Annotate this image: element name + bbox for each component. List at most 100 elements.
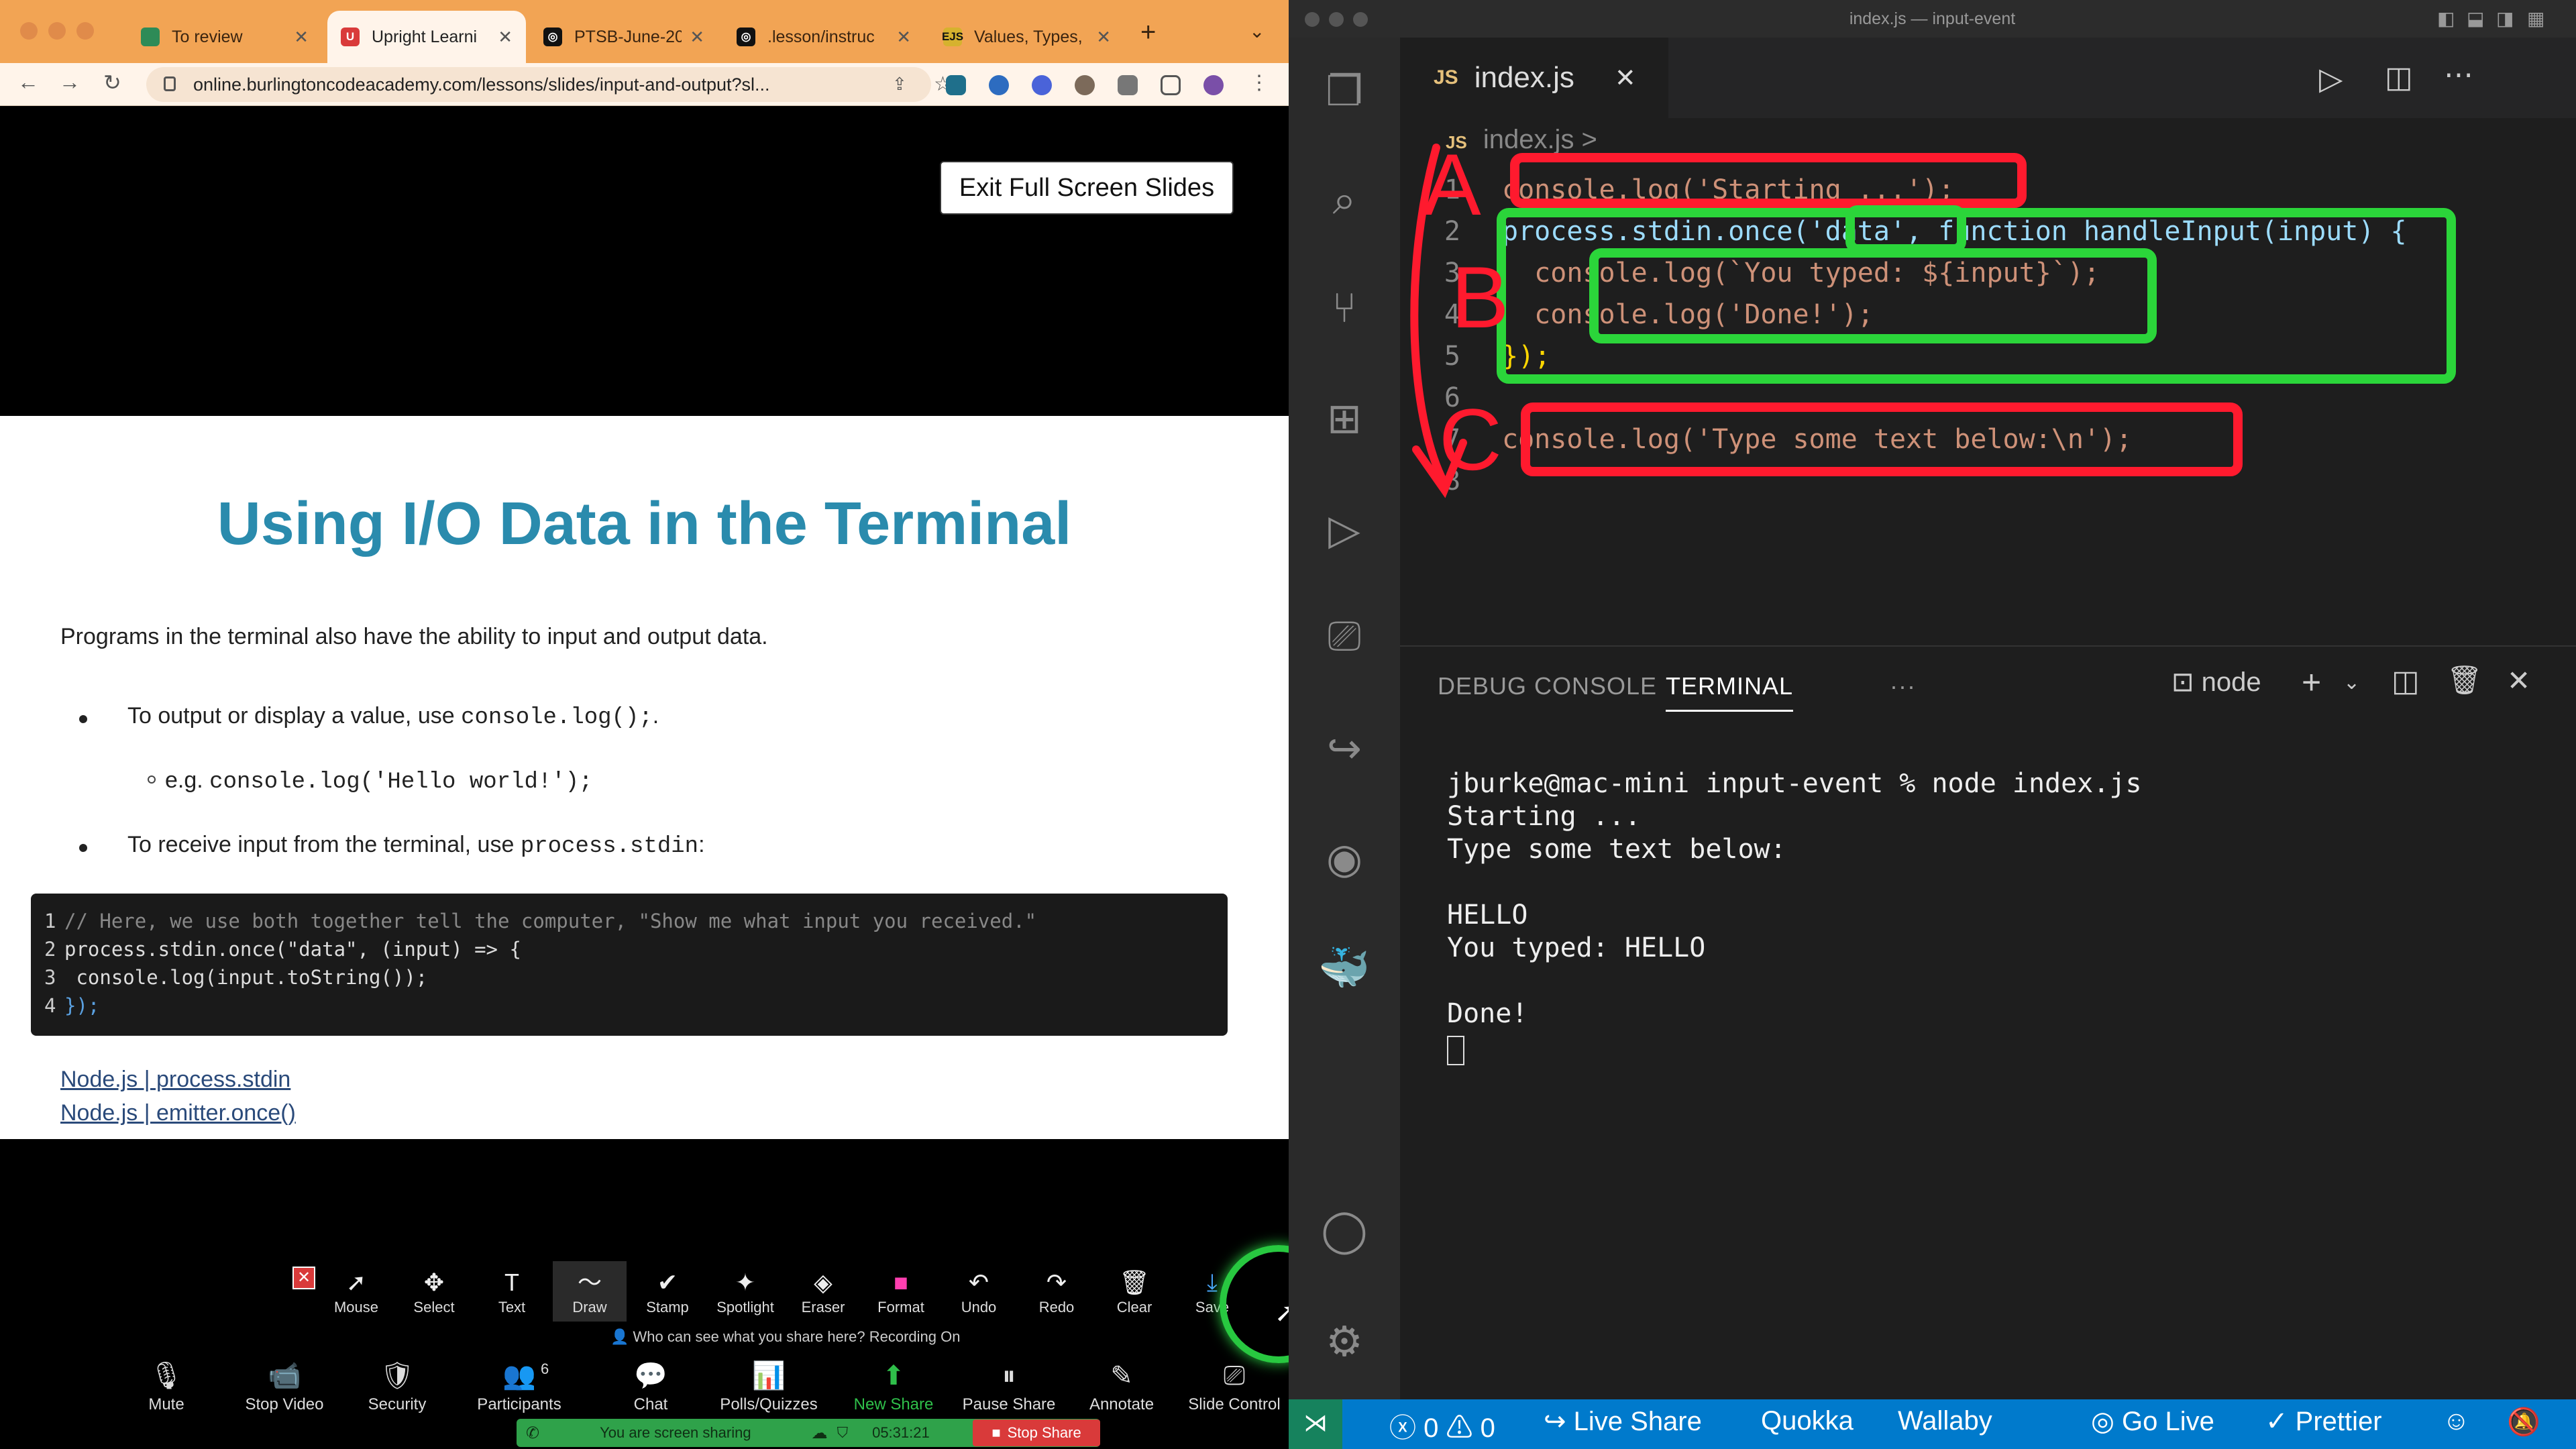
editor-more-icon[interactable]: ⋯ xyxy=(2444,58,2473,92)
sidepanel-icon[interactable] xyxy=(1161,75,1181,95)
share-visibility-info[interactable]: 👤 Who can see what you share here? Recor… xyxy=(610,1328,960,1346)
run-debug-icon[interactable]: ▷ xyxy=(1316,500,1373,558)
tab-close-icon[interactable]: ✕ xyxy=(896,27,911,48)
search-icon[interactable]: ⌕ xyxy=(1316,172,1373,229)
reload-icon[interactable]: ↻ xyxy=(103,70,121,95)
feedback-icon[interactable]: ☺ xyxy=(2443,1406,2470,1436)
extension-icon[interactable] xyxy=(1075,75,1095,95)
mute-button[interactable]: 🎙 Mute xyxy=(148,1348,184,1418)
annotate-tool-label: Eraser xyxy=(801,1299,845,1316)
annotate-spotlight-button[interactable]: ✦ Spotlight xyxy=(708,1261,782,1322)
tab-terminal[interactable]: TERMINAL xyxy=(1666,672,1794,712)
window-zoom-dot[interactable] xyxy=(76,22,94,40)
settings-gear-icon[interactable]: ⚙ xyxy=(1316,1312,1373,1370)
annotate-undo-button[interactable]: ↶ Undo xyxy=(942,1261,1016,1322)
browser-tab-active[interactable]: U Upright Learni ✕ xyxy=(327,11,526,63)
window-close-dot[interactable] xyxy=(1305,12,1320,27)
toggle-sidebar-icon[interactable]: ◧ xyxy=(2437,0,2455,38)
problems-indicator[interactable]: ⓧ 0 ⚠ 0 xyxy=(1389,1406,1495,1445)
status-wallaby[interactable]: Wallaby xyxy=(1898,1406,1992,1436)
status-live-share[interactable]: ↪ Live Share xyxy=(1544,1406,1702,1437)
extension-icon[interactable] xyxy=(989,75,1009,95)
stop-video-button[interactable]: 📹 Stop Video xyxy=(246,1348,324,1418)
terminal-output[interactable]: jburke@mac-mini input-event % node index… xyxy=(1447,767,2142,1030)
editor-tab-index-js[interactable]: JS index.js ✕ xyxy=(1400,38,1668,118)
tab-search-chevron-icon[interactable]: ⌄ xyxy=(1249,20,1265,42)
new-share-button[interactable]: ⬆ New Share xyxy=(854,1348,934,1418)
accounts-icon[interactable]: ◯ xyxy=(1316,1201,1373,1258)
annotation-box-a xyxy=(1510,153,2027,208)
docker-icon[interactable]: 🐳 xyxy=(1316,939,1373,997)
react-devtools-icon[interactable] xyxy=(946,75,966,95)
pause-share-button[interactable]: ⏸ Pause Share xyxy=(963,1348,1056,1418)
kill-terminal-icon[interactable]: 🗑 xyxy=(2447,664,2482,697)
new-terminal-icon[interactable]: + xyxy=(2302,663,2321,702)
link-process-stdin[interactable]: Node.js | process.stdin xyxy=(60,1067,290,1093)
customize-layout-icon[interactable]: ▦ xyxy=(2527,0,2544,38)
window-close-dot[interactable] xyxy=(20,22,38,40)
annotate-mouse-button[interactable]: ➚ Mouse xyxy=(319,1261,393,1322)
explorer-icon[interactable]: ❐ xyxy=(1316,62,1373,119)
split-editor-icon[interactable]: ◫ xyxy=(2385,60,2413,95)
github-icon[interactable]: ◉ xyxy=(1316,829,1373,887)
security-button[interactable]: 🛡 Security xyxy=(368,1348,427,1418)
annotate-redo-button[interactable]: ↷ Redo xyxy=(1020,1261,1093,1322)
link-emitter-once[interactable]: Node.js | emitter.once() xyxy=(60,1100,296,1126)
annotate-stamp-button[interactable]: ✔ Stamp xyxy=(631,1261,704,1322)
stop-share-button[interactable]: ■ Stop Share xyxy=(973,1419,1100,1446)
new-tab-icon[interactable]: + xyxy=(1140,17,1156,48)
status-quokka[interactable]: Quokka xyxy=(1761,1406,1854,1436)
polls-quizzes-button[interactable]: 📊 Polls/Quizzes xyxy=(720,1348,817,1418)
annotate-text-button[interactable]: T Text xyxy=(475,1261,549,1322)
window-minimize-dot[interactable] xyxy=(1329,12,1344,27)
browser-tab[interactable]: EJS Values, Types, ✕ xyxy=(930,11,1124,63)
terminal-dropdown-icon[interactable]: ⌄ xyxy=(2343,671,2360,694)
back-arrow-icon[interactable]: ← xyxy=(17,70,39,95)
annotate-clear-button[interactable]: 🗑 Clear xyxy=(1097,1261,1171,1322)
panel-more-icon[interactable]: ··· xyxy=(1890,672,1916,700)
annotate-format-button[interactable]: ■ Format xyxy=(864,1261,938,1322)
address-bar[interactable]: online.burlingtoncodeacademy.com/lessons… xyxy=(146,67,931,102)
source-control-icon[interactable]: ⑂ xyxy=(1316,279,1373,337)
remote-explorer-icon[interactable]: ⎚ xyxy=(1316,608,1373,665)
browser-tab[interactable]: To review ✕ xyxy=(127,11,322,63)
status-prettier[interactable]: ✓ Prettier xyxy=(2265,1406,2382,1437)
remote-indicator-icon[interactable]: ⋊ xyxy=(1289,1399,1342,1449)
tab-close-icon[interactable]: ✕ xyxy=(690,27,704,48)
tab-debug-console[interactable]: DEBUG CONSOLE xyxy=(1438,672,1657,700)
extension-icon[interactable] xyxy=(1032,75,1052,95)
chat-button[interactable]: 💬 Chat xyxy=(634,1348,668,1418)
toggle-secondary-sidebar-icon[interactable]: ◨ xyxy=(2496,0,2514,38)
annotation-toolbar: ➚ Mouse ✥ Select T Text 〜 Draw ✔ Stamp ✦ Spotlight ◈… xyxy=(290,1261,1289,1322)
tab-close-icon[interactable]: ✕ xyxy=(1096,27,1111,48)
share-icon[interactable]: ⇪ xyxy=(892,74,907,95)
window-zoom-dot[interactable] xyxy=(1353,12,1368,27)
meeting-control-label: Mute xyxy=(148,1395,184,1413)
video-camera-icon: 📹 xyxy=(268,1361,301,1391)
toggle-panel-icon[interactable]: ⬓ xyxy=(2467,0,2484,38)
window-minimize-dot[interactable] xyxy=(48,22,66,40)
tab-close-icon[interactable]: ✕ xyxy=(294,27,309,48)
annotate-draw-button[interactable]: 〜 Draw xyxy=(553,1261,627,1322)
status-go-live[interactable]: ◎ Go Live xyxy=(2091,1406,2214,1437)
live-share-icon[interactable]: ↪ xyxy=(1316,719,1373,777)
forward-arrow-icon[interactable]: → xyxy=(59,70,80,95)
participants-button[interactable]: 👥 Participants xyxy=(477,1348,561,1418)
extensions-puzzle-icon[interactable] xyxy=(1118,75,1138,95)
browser-tab[interactable]: ◎ PTSB-June-20 ✕ xyxy=(530,11,718,63)
kebab-menu-icon[interactable]: ⋮ xyxy=(1249,71,1269,95)
tab-close-icon[interactable]: ✕ xyxy=(498,27,513,48)
profile-avatar[interactable] xyxy=(1203,75,1224,95)
terminal-selector[interactable]: ⊡ node xyxy=(2171,667,2261,698)
close-panel-icon[interactable]: ✕ xyxy=(2507,664,2530,697)
notifications-bell-icon[interactable]: 🔕 xyxy=(2507,1406,2540,1438)
browser-tab[interactable]: ◎ .lesson/instruc ✕ xyxy=(723,11,924,63)
exit-full-screen-button[interactable]: Exit Full Screen Slides xyxy=(940,161,1234,215)
run-file-icon[interactable]: ▷ xyxy=(2319,60,2343,97)
annotate-select-button[interactable]: ✥ Select xyxy=(397,1261,471,1322)
split-terminal-icon[interactable]: ◫ xyxy=(2392,664,2420,698)
annotate-eraser-button[interactable]: ◈ Eraser xyxy=(786,1261,860,1322)
annotate-button[interactable]: ✎ Annotate xyxy=(1089,1348,1154,1418)
tab-close-icon[interactable]: ✕ xyxy=(1615,63,1636,93)
extensions-icon[interactable]: ⊞ xyxy=(1316,389,1373,447)
